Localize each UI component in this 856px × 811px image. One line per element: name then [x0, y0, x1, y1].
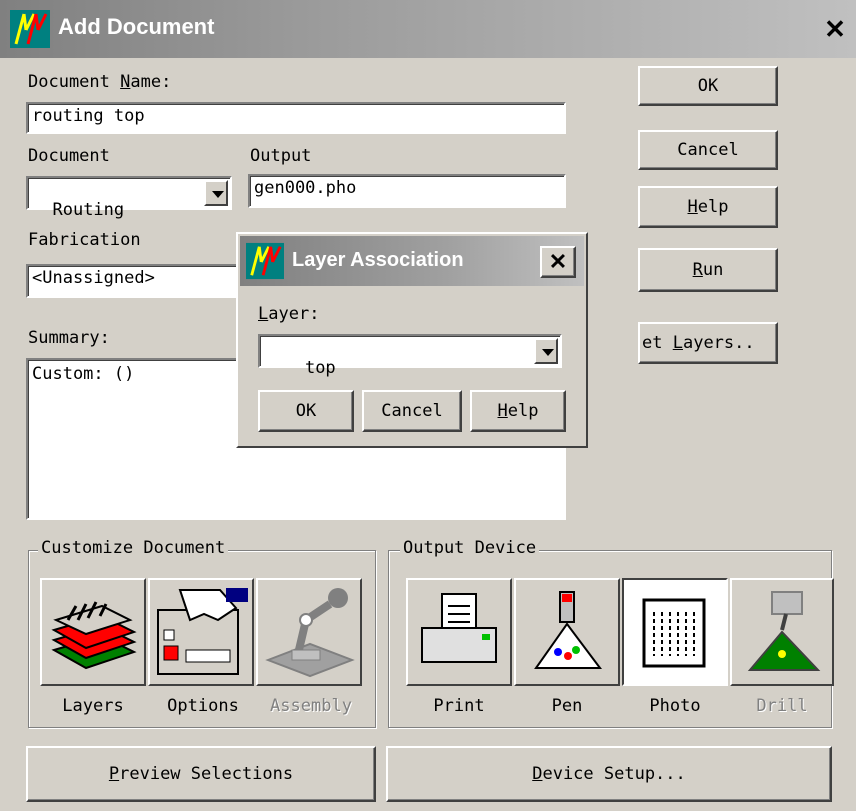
document-name-input[interactable]: routing top: [26, 102, 566, 134]
document-name-label: Document Name:: [28, 72, 172, 92]
dialog-title: Layer Association: [292, 249, 464, 271]
assembly-button: [256, 578, 362, 686]
layer-chevron-down-icon[interactable]: [534, 338, 558, 364]
fabrication-select[interactable]: <Unassigned>: [26, 264, 246, 298]
run-button[interactable]: Run: [638, 248, 778, 292]
preview-selections-button[interactable]: Preview Selections: [26, 746, 376, 802]
chevron-down-icon[interactable]: [204, 180, 228, 206]
drill-icon: [747, 591, 821, 671]
output-device-title: Output Device: [400, 538, 540, 558]
cancel-button[interactable]: Cancel: [638, 130, 778, 170]
fabrication-label: Fabrication: [28, 230, 141, 250]
options-icon: [157, 588, 248, 675]
dialog-app-logo-icon: [246, 242, 284, 280]
layer-value: top: [304, 358, 336, 378]
print-label: Print: [433, 696, 485, 716]
document-type-label: Document: [28, 146, 110, 166]
print-button[interactable]: [406, 578, 512, 686]
options-button[interactable]: [148, 578, 254, 686]
summary-label: Summary:: [28, 328, 110, 348]
device-setup-button[interactable]: Device Setup...: [386, 746, 832, 802]
pen-label: Pen: [551, 696, 583, 716]
output-input[interactable]: gen000.pho: [248, 174, 566, 208]
title-bar: Add Document ✕: [0, 0, 856, 58]
layers-label: Layers: [62, 696, 124, 716]
drill-label: Drill: [756, 696, 808, 716]
drill-button: [730, 578, 834, 686]
layers-icon: [51, 601, 137, 670]
set-layers-button[interactable]: et Layers..: [638, 322, 778, 364]
customize-document-title: Customize Document: [38, 538, 229, 558]
dialog-title-bar: Layer Association ✕: [240, 236, 584, 286]
pen-button[interactable]: [514, 578, 620, 686]
document-type-value: Routing: [52, 200, 125, 220]
dialog-help-button[interactable]: Help: [470, 390, 566, 432]
close-button[interactable]: ✕: [820, 14, 850, 44]
assembly-icon: [265, 588, 355, 678]
printer-icon: [421, 593, 497, 663]
ok-button[interactable]: OK: [638, 66, 778, 106]
assembly-label: Assembly: [270, 696, 352, 716]
photo-button[interactable]: [622, 578, 728, 686]
photo-plotter-icon: [642, 598, 706, 668]
dialog-cancel-button[interactable]: Cancel: [362, 390, 462, 432]
photo-label: Photo: [649, 696, 701, 716]
options-label: Options: [167, 696, 239, 716]
layer-select[interactable]: top: [258, 334, 562, 378]
dialog-ok-button[interactable]: OK: [258, 390, 354, 432]
help-button[interactable]: Help: [638, 186, 778, 228]
layer-association-dialog: Layer Association ✕ Layer: top OK Cancel…: [236, 232, 588, 448]
dialog-close-button[interactable]: ✕: [540, 246, 576, 278]
document-type-select[interactable]: Routing: [26, 176, 232, 220]
layers-button[interactable]: [40, 578, 146, 686]
app-logo-icon: [10, 10, 50, 48]
output-label: Output: [250, 146, 312, 166]
layer-label: Layer:: [258, 304, 320, 324]
pen-plotter-icon: [534, 591, 602, 669]
window-title: Add Document: [58, 14, 215, 39]
